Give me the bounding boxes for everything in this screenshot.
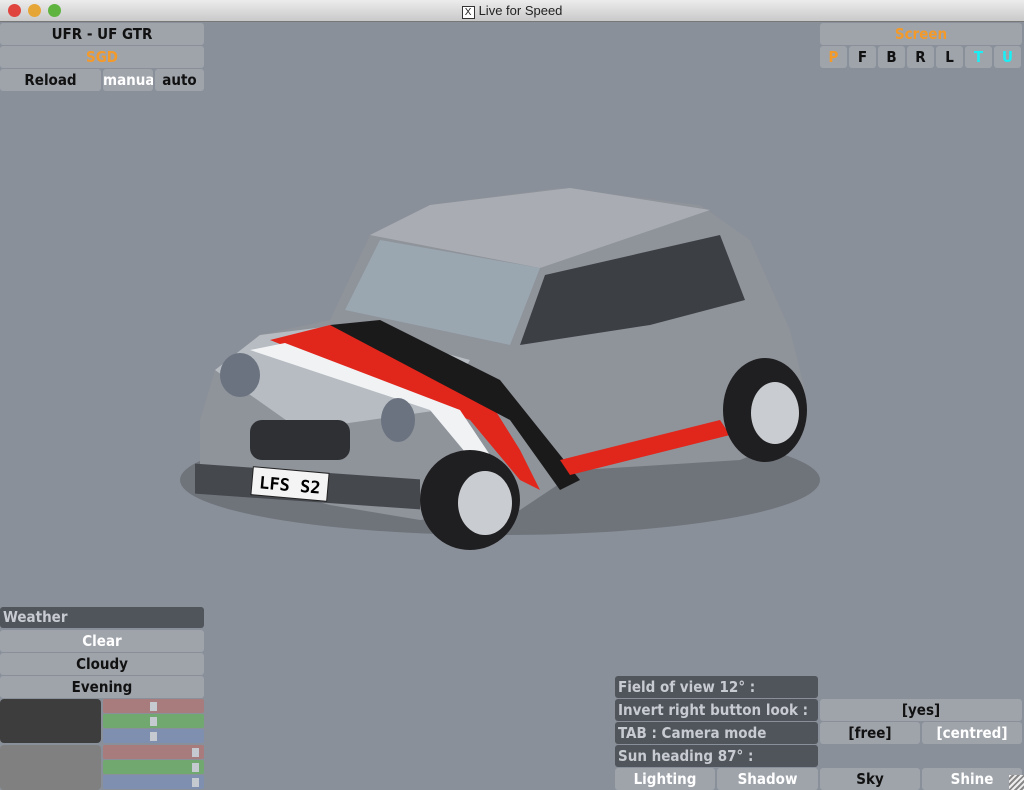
tab-lighting[interactable]: Lighting [615,768,715,790]
tab-sky[interactable]: Sky [820,768,920,790]
tab-shadow[interactable]: Shadow [717,768,818,790]
weather-evening[interactable]: Evening [0,676,204,698]
weather-title: Weather [0,607,204,628]
screen-title: Screen [820,23,1022,45]
colour-slider-sun-red[interactable] [103,745,204,759]
colour-slider-ambient-blue[interactable] [103,729,204,743]
screen-button-p[interactable]: P [820,46,847,68]
front-rim [458,471,512,535]
grille [250,420,350,460]
colour-slider-sun-green[interactable] [103,760,204,774]
screen-button-l[interactable]: L [936,46,963,68]
colour-slider-ambient-green[interactable] [103,714,204,728]
window-title: Live for Speed [478,3,563,18]
slider-thumb[interactable] [150,732,157,741]
auto-button[interactable]: auto [155,69,204,91]
slider-thumb[interactable] [192,778,199,787]
colour-swatch-ambient [0,699,101,743]
zoom-button[interactable] [48,4,61,17]
weather-clear[interactable]: Clear [0,630,204,652]
camera-centred-button[interactable]: [centred] [922,722,1022,744]
sun-heading-label: Sun heading 87° : [615,745,818,767]
screen-button-t[interactable]: T [965,46,992,68]
skin-name[interactable]: SGD [0,46,204,68]
colour-swatch-sun [0,745,101,790]
rear-rim [751,382,799,444]
title-bar: X Live for Speed [0,0,1024,22]
headlight-right [381,398,415,442]
car-name[interactable]: UFR - UF GTR [0,23,204,45]
minimize-button[interactable] [28,4,41,17]
fov-label: Field of view 12° : [615,676,818,698]
tab-shine[interactable]: Shine [922,768,1022,790]
screen-button-u[interactable]: U [994,46,1021,68]
headlight-left [220,353,260,397]
slider-thumb[interactable] [150,702,157,711]
invert-label: Invert right button look : [615,699,818,721]
screen-button-r[interactable]: R [907,46,934,68]
slider-thumb[interactable] [192,763,199,772]
close-button[interactable] [8,4,21,17]
colour-slider-ambient-red[interactable] [103,699,204,713]
screen-button-f[interactable]: F [849,46,876,68]
weather-cloudy[interactable]: Cloudy [0,653,204,675]
camera-mode-label: TAB : Camera mode [615,722,818,744]
colour-slider-sun-blue[interactable] [103,775,204,789]
resize-grip-icon[interactable] [1009,775,1024,790]
reload-button[interactable]: Reload [0,69,101,91]
x11-icon: X [461,6,475,19]
slider-thumb[interactable] [150,717,157,726]
screen-button-b[interactable]: B [878,46,905,68]
slider-thumb[interactable] [192,748,199,757]
camera-free-button[interactable]: [free] [820,722,920,744]
manual-button[interactable]: manual [103,69,153,91]
invert-toggle[interactable]: [yes] [820,699,1022,721]
